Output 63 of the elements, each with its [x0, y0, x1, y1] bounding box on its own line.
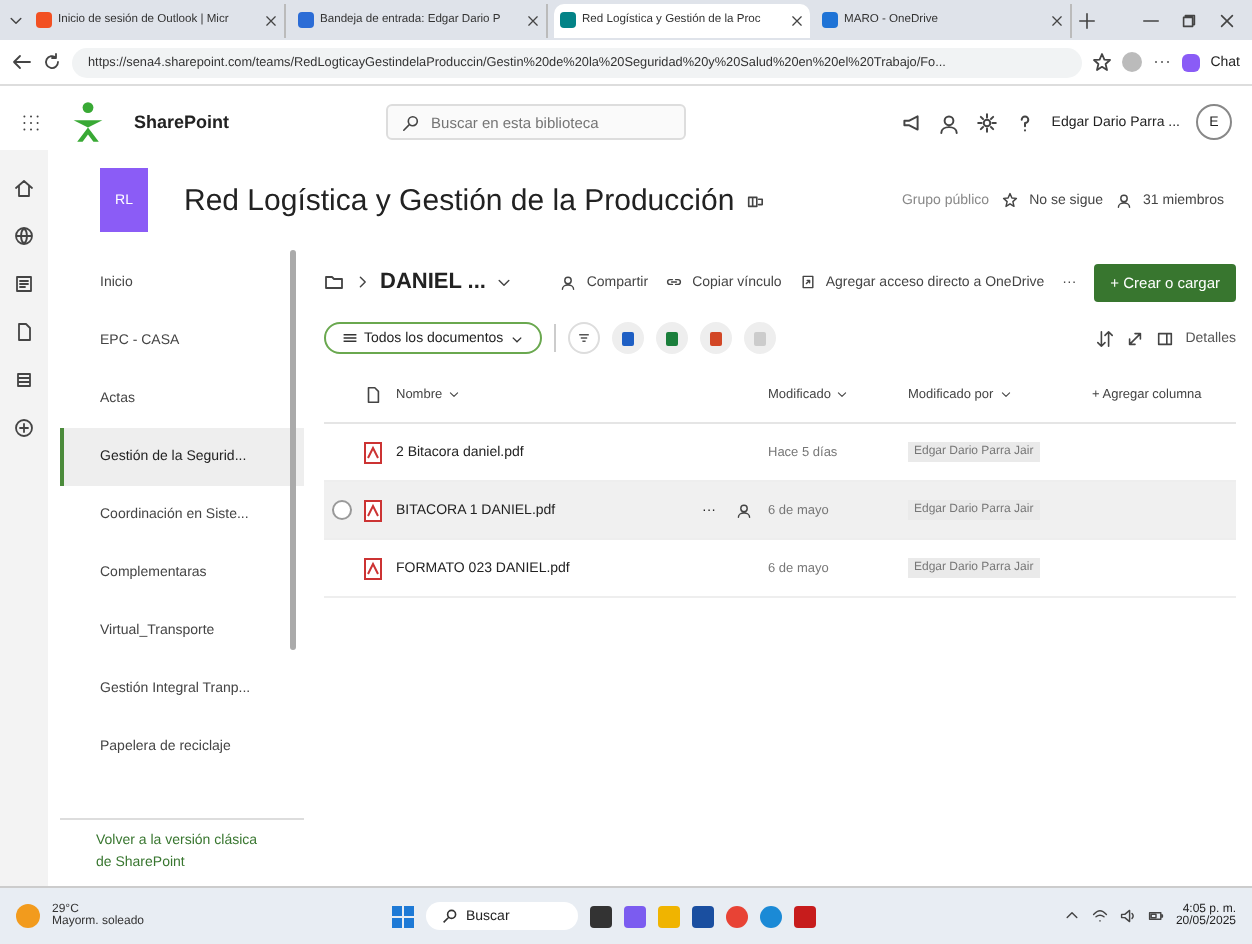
app-icon[interactable]: [692, 905, 714, 927]
list-icon[interactable]: [14, 370, 34, 390]
news-icon[interactable]: [14, 274, 34, 294]
site-title: Red Logística y Gestión de la Producción: [184, 183, 735, 217]
select-circle[interactable]: [332, 500, 352, 520]
pdf-icon: [364, 499, 382, 521]
favicon: [36, 12, 52, 28]
favicon: [822, 12, 838, 28]
close-icon[interactable]: [264, 13, 278, 27]
chevron-down-icon[interactable]: [999, 388, 1012, 400]
chevron-right-icon: [354, 274, 370, 290]
expand-icon[interactable]: [1125, 329, 1144, 347]
add-icon[interactable]: [14, 418, 34, 438]
favicon: [298, 12, 314, 28]
pdf-icon: [364, 557, 382, 579]
document-icon[interactable]: [14, 322, 34, 342]
app-name[interactable]: SharePoint: [134, 112, 230, 132]
settings-icon[interactable]: [975, 111, 998, 133]
pdf-icon: [364, 441, 382, 463]
restore-icon[interactable]: [1180, 11, 1198, 29]
chevron-down-icon: [509, 331, 524, 345]
megaphone-icon[interactable]: [899, 111, 922, 133]
scrollbar[interactable]: [290, 250, 296, 650]
chevron-down-icon[interactable]: [8, 12, 24, 28]
menu-icon: [342, 330, 358, 346]
details-pane-icon[interactable]: [1155, 329, 1174, 347]
battery-icon[interactable]: [1147, 908, 1164, 924]
close-icon[interactable]: [790, 13, 804, 27]
star-icon[interactable]: [1001, 192, 1018, 208]
logo-icon: [70, 102, 106, 142]
link-icon: [666, 274, 683, 290]
wifi-icon[interactable]: [1091, 908, 1108, 924]
close-icon[interactable]: [526, 13, 540, 27]
speaker-icon[interactable]: [1119, 908, 1136, 924]
filter-icon: [575, 330, 592, 346]
shortcut-icon: [799, 274, 816, 290]
start-icon[interactable]: [392, 905, 414, 927]
weather-icon: [16, 904, 40, 928]
breadcrumb[interactable]: DANIEL ...: [380, 270, 486, 294]
word-icon[interactable]: [611, 322, 644, 354]
file-type-icon: [364, 385, 382, 403]
excel-icon[interactable]: [655, 322, 688, 354]
sort-icon[interactable]: [1095, 329, 1114, 347]
powerpoint-icon[interactable]: [699, 322, 732, 354]
chevron-up-icon[interactable]: [1063, 908, 1080, 924]
new-tab-icon[interactable]: [1078, 11, 1096, 29]
favorites-icon[interactable]: [1092, 52, 1113, 72]
close-icon[interactable]: [1050, 13, 1064, 27]
home-icon[interactable]: [14, 178, 34, 198]
globe-icon[interactable]: [14, 226, 34, 246]
back-icon[interactable]: [12, 52, 32, 72]
app-launcher-icon[interactable]: [20, 111, 42, 133]
favicon: [560, 12, 576, 28]
chevron-down-icon[interactable]: [836, 388, 849, 400]
person-icon[interactable]: [937, 111, 960, 133]
person-icon: [1115, 192, 1132, 208]
search-icon: [442, 908, 458, 924]
app-icon[interactable]: [590, 905, 612, 927]
chevron-down-icon[interactable]: [448, 388, 461, 400]
filter-button[interactable]: [567, 322, 600, 354]
refresh-icon[interactable]: [42, 52, 62, 72]
close-icon[interactable]: [1218, 11, 1236, 29]
chevron-down-icon[interactable]: [495, 274, 512, 290]
